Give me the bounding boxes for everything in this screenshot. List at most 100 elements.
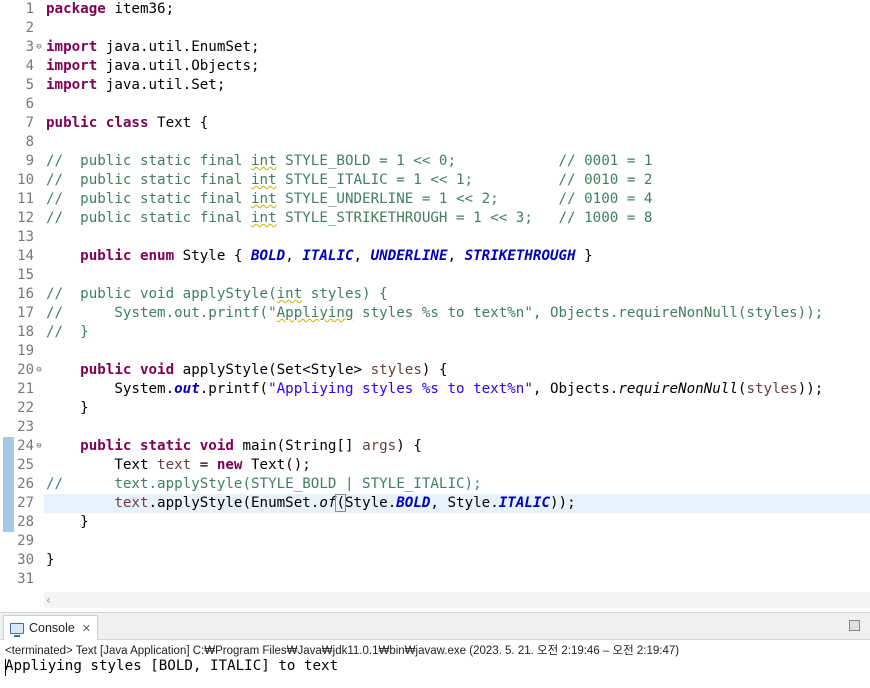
code-token: BOLD bbox=[251, 248, 286, 264]
code-token: System. bbox=[46, 381, 175, 397]
code-line[interactable]: package item36; bbox=[46, 0, 174, 19]
code-token: java.util.Objects; bbox=[105, 58, 260, 74]
code-token: STYLE_BOLD = 1 << 0; // 0001 = 1 bbox=[276, 153, 653, 169]
code-token: // public static final bbox=[46, 210, 251, 226]
line-number: 28 bbox=[17, 514, 34, 530]
line-number: 12 bbox=[17, 210, 34, 226]
code-token: , bbox=[353, 248, 371, 264]
code-token: ) { bbox=[421, 362, 448, 378]
close-icon[interactable]: ✕ bbox=[82, 622, 91, 635]
code-line[interactable]: // public static final int STYLE_STRIKET… bbox=[46, 209, 652, 228]
code-token: class bbox=[105, 115, 149, 131]
line-number: 6 bbox=[25, 96, 34, 112]
minimize-icon[interactable] bbox=[849, 620, 860, 631]
code-line[interactable]: // text.applyStyle(STYLE_BOLD | STYLE_IT… bbox=[46, 475, 482, 494]
chevron-left-icon[interactable]: ‹ bbox=[46, 592, 51, 608]
code-token: // public static final bbox=[46, 191, 251, 207]
line-number: 16 bbox=[17, 286, 34, 302]
code-token: public bbox=[80, 362, 132, 378]
code-token: int bbox=[276, 286, 303, 302]
code-line[interactable]: // public static final int STYLE_UNDERLI… bbox=[46, 190, 652, 209]
code-token: static bbox=[139, 438, 192, 454]
code-token: import bbox=[46, 39, 106, 55]
code-line[interactable]: import java.util.Objects; bbox=[46, 57, 260, 76]
horizontal-scrollbar[interactable]: ‹ bbox=[44, 592, 870, 608]
code-token: ITALIC bbox=[302, 248, 354, 264]
code-line[interactable]: Text text = new Text(); bbox=[46, 456, 311, 475]
code-token: STYLE_STRIKETHROUGH = 1 << 3; // 1000 = … bbox=[276, 210, 653, 226]
line-number: 4 bbox=[25, 58, 34, 74]
code-line[interactable]: public static void main(String[] args) { bbox=[46, 437, 422, 456]
tab-console[interactable]: Console ✕ bbox=[3, 615, 99, 640]
code-token: Text(); bbox=[242, 457, 311, 473]
code-token: args bbox=[362, 438, 397, 454]
code-line[interactable]: } bbox=[46, 399, 89, 418]
collapse-minus-icon[interactable]: ⊖ bbox=[34, 361, 44, 380]
code-token: .printf( bbox=[199, 381, 269, 397]
line-number: 18 bbox=[17, 324, 34, 340]
console-output[interactable]: Appliying styles [BOLD, ITALIC] to text bbox=[5, 658, 338, 674]
line-number: 15 bbox=[17, 267, 34, 283]
code-token: Appliying bbox=[276, 305, 354, 321]
line-number: 9 bbox=[25, 153, 34, 169]
code-token: public bbox=[80, 248, 132, 264]
line-number: 13 bbox=[17, 229, 34, 245]
code-line[interactable]: // } bbox=[46, 323, 89, 342]
code-token: int bbox=[251, 172, 277, 188]
code-token: // public void applyStyle( bbox=[46, 286, 277, 302]
code-line[interactable]: // public static final int STYLE_ITALIC … bbox=[46, 171, 652, 190]
code-line[interactable]: public enum Style { BOLD, ITALIC, UNDERL… bbox=[46, 247, 593, 266]
code-line[interactable]: // System.out.printf("Appliying styles %… bbox=[46, 304, 823, 323]
code-token: text bbox=[157, 457, 192, 473]
code-line[interactable]: public void applyStyle(Set<Style> styles… bbox=[46, 361, 447, 380]
code-line[interactable]: } bbox=[46, 513, 89, 532]
code-line[interactable]: } bbox=[46, 551, 55, 570]
code-token: int bbox=[251, 191, 277, 207]
code-token: text bbox=[114, 495, 149, 511]
console-tab-bar: Console ✕ bbox=[0, 613, 870, 640]
code-token: Style. bbox=[345, 495, 397, 511]
console-icon bbox=[10, 622, 24, 637]
line-number: 3 bbox=[25, 39, 34, 55]
collapse-minus-icon[interactable]: ⊖ bbox=[34, 437, 44, 456]
code-line[interactable]: // public void applyStyle(int styles) { bbox=[46, 285, 388, 304]
code-token: // text.applyStyle(STYLE_BOLD | STYLE_IT… bbox=[46, 476, 482, 492]
code-token: STYLE_ITALIC = 1 << 1; // 0010 = 2 bbox=[276, 172, 653, 188]
code-token: enum bbox=[139, 248, 175, 264]
code-token: int bbox=[251, 153, 277, 169]
code-line[interactable]: text.applyStyle(EnumSet.of(Style.BOLD, S… bbox=[46, 494, 576, 513]
code-token: new bbox=[216, 457, 243, 473]
code-line[interactable]: import java.util.EnumSet; bbox=[46, 38, 260, 57]
code-token: void bbox=[199, 438, 234, 454]
code-token: , bbox=[447, 248, 465, 264]
code-token: = bbox=[191, 457, 217, 473]
code-token: import bbox=[46, 77, 106, 93]
line-number: 20 bbox=[17, 362, 34, 378]
code-token: // public static final bbox=[46, 153, 251, 169]
code-line[interactable]: import java.util.Set; bbox=[46, 76, 225, 95]
code-token: // public static final bbox=[46, 172, 251, 188]
code-token: // } bbox=[46, 324, 89, 340]
code-editor[interactable]: 1 2 3 ⊖ 4 5 6 7 8 9 10 11 12 13 14 15 16 17 18 19 20 ⊖ 21 22 23 2… bbox=[0, 0, 870, 608]
code-line[interactable]: System.out.printf("Appliying styles %s t… bbox=[46, 380, 823, 399]
line-number: 11 bbox=[17, 191, 34, 207]
line-number: 31 bbox=[17, 571, 34, 587]
code-token: styles bbox=[370, 362, 422, 378]
code-line[interactable]: // public static final int STYLE_BOLD = … bbox=[46, 152, 652, 171]
line-number: 5 bbox=[25, 77, 34, 93]
code-token: public bbox=[80, 438, 132, 454]
code-token: , Objects. bbox=[532, 381, 619, 397]
code-line[interactable]: public class Text { bbox=[46, 114, 208, 133]
code-token: out bbox=[174, 381, 200, 397]
line-number: 7 bbox=[25, 115, 34, 131]
code-token: STYLE_UNDERLINE = 1 << 2; // 0100 = 4 bbox=[276, 191, 653, 207]
line-number: 21 bbox=[17, 381, 34, 397]
collapse-minus-icon[interactable]: ⊖ bbox=[34, 38, 44, 57]
line-number: 23 bbox=[17, 419, 34, 435]
